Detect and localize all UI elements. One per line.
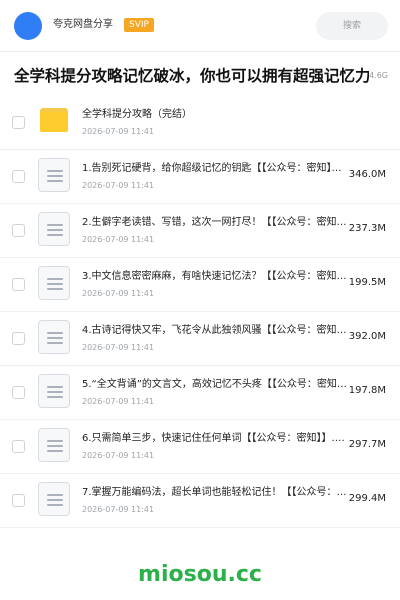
file-date: 2026-07-09 11:41 [82,451,155,460]
file-size: 197.8M [346,384,386,398]
document-icon [38,158,70,192]
site-watermark: miosou.cc [138,562,262,587]
list-item[interactable]: 2.生僻字老读错、写错，这次一网打尽！【【公众号：密知】】.mp4 2026-0… [0,204,400,258]
checkbox[interactable] [12,224,25,237]
file-size: 392.0M [346,330,386,344]
page-title: 全学科提分攻略记忆破冰，你也可以拥有超强记忆力 [14,67,371,85]
file-name[interactable]: 3.中文信息密密麻麻，有啥快速记忆法？【【公众号：密知】】.mp4 [82,270,350,284]
document-icon [38,320,70,354]
total-size: 4.6G [369,70,388,82]
title-bar: 全学科提分攻略记忆破冰，你也可以拥有超强记忆力 4.6G [0,58,400,94]
search-button[interactable]: 搜索 [316,12,388,40]
file-date: 2026-07-09 11:41 [82,127,155,136]
file-size: 237.3M [346,222,386,236]
checkbox[interactable] [12,116,25,129]
file-name[interactable]: 1.告别死记硬背，给你超级记忆的钥匙【【公众号：密知】】.mp4 [82,162,350,176]
checkbox[interactable] [12,332,25,345]
file-date: 2026-07-09 11:41 [82,235,155,244]
checkbox[interactable] [12,440,25,453]
checkbox[interactable] [12,386,25,399]
avatar[interactable] [14,12,42,40]
list-item[interactable]: 4.古诗记得快又牢，飞花令从此独领风骚【【公众号：密知】】.mp4 2026-0… [0,312,400,366]
document-icon [38,428,70,462]
file-size: 346.0M [346,168,386,182]
file-date: 2026-07-09 11:41 [82,289,155,298]
file-name[interactable]: 6.只需简单三步，快速记住任何单词【【公众号：密知】】.mp4 [82,432,350,446]
file-date: 2026-07-09 11:41 [82,181,155,190]
file-date: 2026-07-09 11:41 [82,505,155,514]
checkbox[interactable] [12,278,25,291]
document-icon [38,374,70,408]
file-name[interactable]: 7.掌握万能编码法，超长单词也能轻松记住！【【公众号：密知】】.mp4 [82,486,350,500]
file-name[interactable]: 4.古诗记得快又牢，飞花令从此独领风骚【【公众号：密知】】.mp4 [82,324,350,338]
file-name[interactable]: 全学科提分攻略（完结） [82,108,350,122]
list-item[interactable]: 5.“全文背诵”的文言文，高效记忆不头疼【【公众号：密知】】.mp4 2026-… [0,366,400,420]
checkbox[interactable] [12,170,25,183]
file-name[interactable]: 2.生僻字老读错、写错，这次一网打尽！【【公众号：密知】】.mp4 [82,216,350,230]
file-size: 199.5M [346,276,386,290]
list-item[interactable]: 3.中文信息密密麻麻，有啥快速记忆法？【【公众号：密知】】.mp4 2026-0… [0,258,400,312]
file-name[interactable]: 5.“全文背诵”的文言文，高效记忆不头疼【【公众号：密知】】.mp4 [82,378,350,392]
checkbox[interactable] [12,494,25,507]
app-name: 夸克网盘分享 [53,19,113,30]
list-item[interactable]: 1.告别死记硬背，给你超级记忆的钥匙【【公众号：密知】】.mp4 2026-07… [0,150,400,204]
file-date: 2026-07-09 11:41 [82,343,155,352]
file-date: 2026-07-09 11:41 [82,397,155,406]
svip-badge: SVIP [124,18,154,32]
list-item[interactable]: 全学科提分攻略（完结） 2026-07-09 11:41 [0,96,400,150]
list-item[interactable]: 7.掌握万能编码法，超长单词也能轻松记住！【【公众号：密知】】.mp4 2026… [0,474,400,528]
document-icon [38,266,70,300]
folder-icon [40,108,68,132]
document-icon [38,482,70,516]
file-size: 297.7M [346,438,386,452]
list-item[interactable]: 6.只需简单三步，快速记住任何单词【【公众号：密知】】.mp4 2026-07-… [0,420,400,474]
document-icon [38,212,70,246]
top-bar: 夸克网盘分享 SVIP 搜索 [0,0,400,52]
file-size: 299.4M [346,492,386,506]
